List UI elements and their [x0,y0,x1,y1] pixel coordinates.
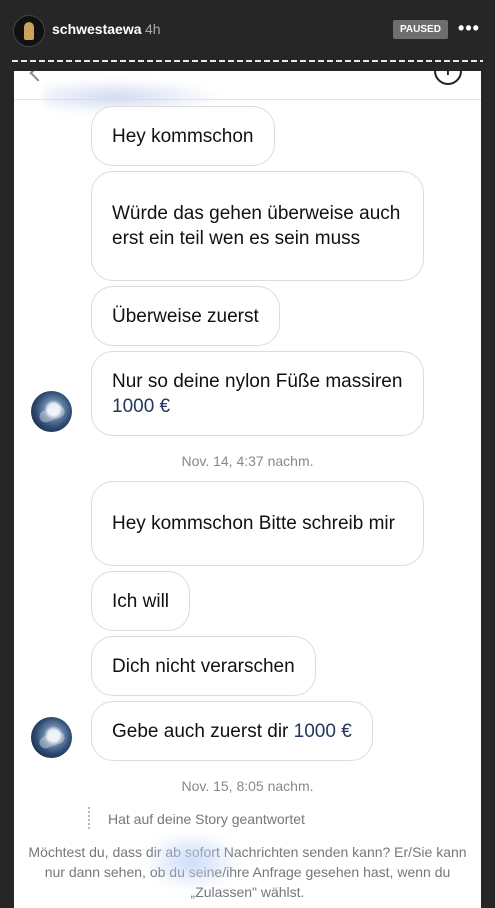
story-header: schwestaewa 4h PAUSED ••• [0,0,495,62]
message-text: Hey kommschon [112,125,254,147]
story-reply-note: Hat auf deine Story geantwortet [88,805,305,833]
amount-text: 1000 € [293,720,352,742]
story-reply-text: Hat auf deine Story geantwortet [108,811,305,827]
story-time-ago: 4h [145,21,161,37]
message-bubble: Ich will [91,571,191,631]
story-avatar[interactable] [13,15,45,47]
message-timestamp: Nov. 14, 4:37 nachm. [181,453,314,469]
dm-screenshot: i Hey kommschon Würde das gehen überweis… [14,71,481,908]
chat-top-bar: i [14,71,481,115]
message-bubble: Überweise zuerst [91,286,280,346]
reply-dotted-line [88,807,90,831]
message-bubble: Nur so deine nylon Füße massiren 1000 € [91,351,424,436]
message-request-notice: Möchtest du, dass dir ab sofort Nachrich… [28,844,467,900]
more-dots-icon[interactable]: ••• [458,19,480,40]
message-text: Nur so deine nylon Füße massiren 1000 € [112,370,403,417]
sender-avatar [31,391,72,432]
message-bubble: Dich nicht verarschen [91,636,316,696]
message-text: Ich will [112,590,170,612]
message-text: Würde das gehen überweise auch erst ein … [112,203,401,249]
info-icon: i [434,71,462,85]
paused-badge: PAUSED [393,20,448,39]
redacted-username-blur [142,831,242,891]
message-text: Dich nicht verarschen [112,655,295,677]
message-bubble: Würde das gehen überweise auch erst ein … [91,171,424,281]
story-username[interactable]: schwestaewa [52,21,142,37]
sender-avatar [31,717,72,758]
story-progress-bar [12,60,483,62]
message-bubble: Hey kommschon [91,106,275,166]
message-text: Hey kommschon Bitte schreib mir [112,513,395,534]
message-text: Gebe auch zuerst dir 1000 € [112,720,352,742]
message-bubble: Hey kommschon Bitte schreib mir [91,481,424,566]
message-text: Überweise zuerst [112,305,259,327]
amount-text: 1000 € [112,395,171,417]
message-timestamp: Nov. 15, 8:05 nachm. [181,778,314,794]
message-bubble: Gebe auch zuerst dir 1000 € [91,701,373,761]
